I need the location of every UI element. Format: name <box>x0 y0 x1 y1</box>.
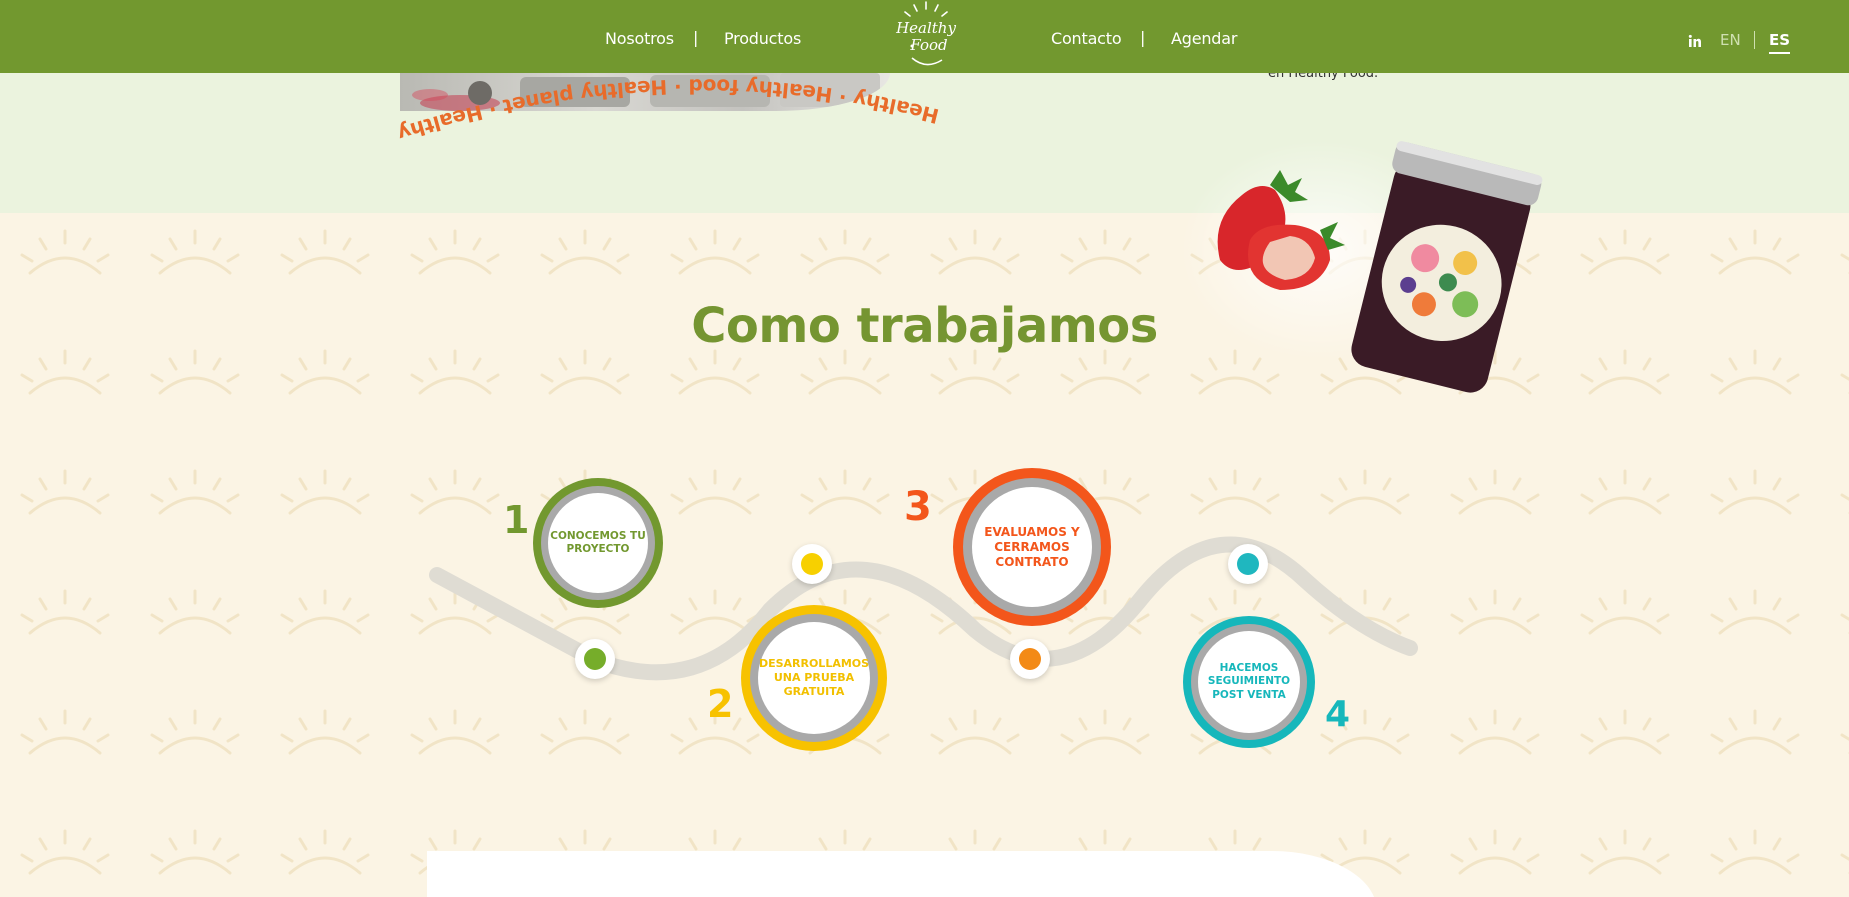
section-title: Como trabajamos <box>691 298 1158 354</box>
timeline-dot <box>792 544 832 584</box>
jam-jar-illustration <box>1180 140 1543 393</box>
circular-slogan-text: Healthy · Healthy food · Healthy planet … <box>388 74 950 150</box>
step-number: 1 <box>503 498 530 542</box>
step-number: 3 <box>904 484 932 530</box>
timeline-dot <box>1010 639 1050 679</box>
svg-text:Healthy · Healthy food · Healt: Healthy · Healthy food · Healthy planet … <box>388 74 950 150</box>
step-2-circle[interactable]: DESARROLLAMOS UNA PRUEBA GRATUITA <box>741 605 887 751</box>
nav-contacto[interactable]: Contacto <box>1051 29 1122 48</box>
nav-nosotros[interactable]: Nosotros <box>605 29 674 48</box>
nav-separator: | <box>693 28 699 47</box>
sun-logo-icon: Healthy Food <box>895 1 956 66</box>
timeline-dot <box>575 639 615 679</box>
step-3-circle[interactable]: EVALUAMOS Y CERRAMOS CONTRATO <box>953 468 1111 626</box>
step-3-label: EVALUAMOS Y CERRAMOS CONTRATO <box>972 487 1092 607</box>
next-section-card <box>427 851 1377 897</box>
nav-productos[interactable]: Productos <box>724 29 801 48</box>
nav-agendar[interactable]: Agendar <box>1171 29 1237 48</box>
step-4-label: HACEMOS SEGUIMIENTO POST VENTA <box>1198 631 1300 733</box>
nav-separator: | <box>1140 28 1146 47</box>
linkedin-icon[interactable] <box>1688 34 1702 48</box>
language-divider <box>1754 31 1755 49</box>
step-1-circle[interactable]: CONOCEMOS TU PROYECTO <box>533 478 663 608</box>
step-2-label: DESARROLLAMOS UNA PRUEBA GRATUITA <box>758 622 870 734</box>
step-number: 4 <box>1325 694 1351 735</box>
language-en[interactable]: EN <box>1720 31 1741 49</box>
site-logo[interactable]: Healthy Food <box>890 0 962 73</box>
logo-text-food: Food <box>909 36 947 54</box>
logo-text-healthy: Healthy <box>895 19 956 37</box>
step-number: 2 <box>707 682 734 726</box>
step-1-label: CONOCEMOS TU PROYECTO <box>548 493 648 593</box>
step-4-circle[interactable]: HACEMOS SEGUIMIENTO POST VENTA <box>1183 616 1315 748</box>
timeline-dot <box>1228 544 1268 584</box>
site-header: Nosotros | Productos Healthy Food Contac… <box>0 0 1849 73</box>
language-es[interactable]: ES <box>1769 31 1791 54</box>
circular-slogan: Healthy · Healthy food · Healthy planet … <box>388 74 950 150</box>
